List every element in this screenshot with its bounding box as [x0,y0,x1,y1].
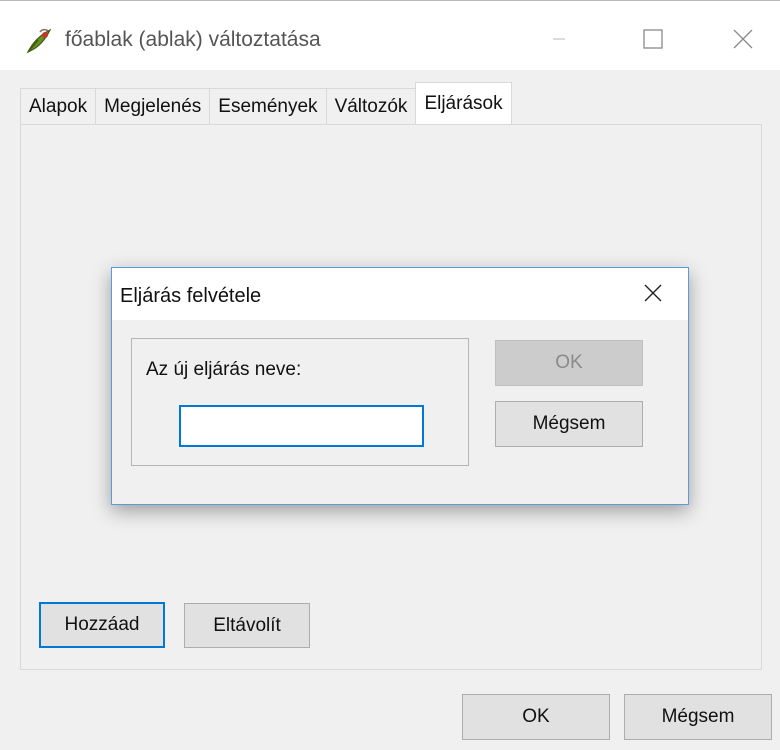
tab-label: Alapok [29,95,88,117]
procedure-name-group: Az új eljárás neve: [131,338,469,466]
title-bar: főablak (ablak) változtatása [0,0,780,70]
ok-button-label: OK [522,706,550,727]
close-button[interactable] [720,19,766,63]
tab-strip: Alapok Megjelenés Események Változók Elj… [20,82,512,124]
dialog-title-bar: Eljárás felvétele [112,268,688,320]
dialog-cancel-button[interactable]: Mégsem [495,401,643,447]
cancel-button-label: Mégsem [661,706,735,727]
minimize-button[interactable] [536,19,582,63]
main-window: főablak (ablak) változtatása Alapok Megj… [0,0,780,750]
tab-eljarasok[interactable]: Eljárások [415,82,512,124]
add-procedure-dialog: Eljárás felvétele Az új eljárás neve: OK… [111,267,689,505]
window-title: főablak (ablak) változtatása [65,28,321,51]
maximize-icon [641,27,665,56]
close-icon [731,27,755,56]
feather-pen-icon [24,26,54,56]
close-icon [642,282,664,309]
minimize-icon [549,29,569,54]
procedure-name-input[interactable] [179,405,424,447]
dialog-title: Eljárás felvétele [120,285,262,307]
maximize-button[interactable] [630,19,676,63]
dialog-ok-label: OK [555,352,583,373]
procedure-name-label: Az új eljárás neve: [146,359,302,380]
tab-label: Megjelenés [104,95,202,117]
ok-button[interactable]: OK [462,694,610,740]
remove-button-label: Eltávolít [213,614,281,636]
remove-button[interactable]: Eltávolít [184,603,310,648]
tab-label: Változók [334,95,408,117]
tab-label: Események [218,95,318,117]
tab-esemenyek[interactable]: Események [209,88,327,124]
cancel-button[interactable]: Mégsem [624,694,772,740]
dialog-ok-button[interactable]: OK [495,340,643,386]
tab-label: Eljárások [424,92,503,114]
dialog-cancel-label: Mégsem [532,413,606,434]
add-button-label: Hozzáad [64,614,140,635]
tab-megjelenes[interactable]: Megjelenés [95,88,211,124]
tab-valtozok[interactable]: Változók [325,88,417,124]
dialog-close-button[interactable] [638,280,668,310]
add-button[interactable]: Hozzáad [39,602,165,648]
tab-alapok[interactable]: Alapok [20,88,97,124]
